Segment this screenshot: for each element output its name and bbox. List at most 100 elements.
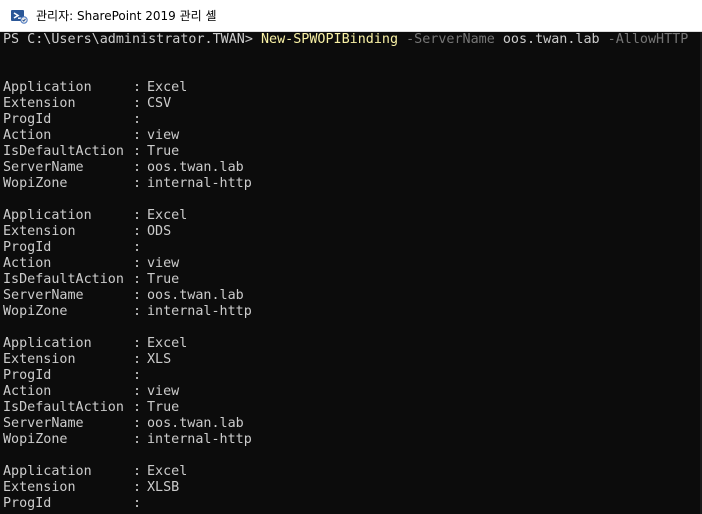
record-field-line: IsDefaultAction: True xyxy=(3,272,179,288)
record-field-line: ServerName: oos.twan.lab xyxy=(3,160,244,176)
field-value: internal-http xyxy=(147,432,252,447)
record-field-line: ProgId: xyxy=(3,368,147,384)
field-key: Application xyxy=(3,336,92,351)
field-value: ODS xyxy=(147,224,172,239)
field-key: Extension xyxy=(3,96,76,111)
field-key: ProgId xyxy=(3,240,52,255)
field-key: ProgId xyxy=(3,112,52,127)
field-separator: : xyxy=(133,256,142,271)
field-key: Extension xyxy=(3,352,76,367)
record-field-line: Extension: CSV xyxy=(3,96,171,112)
title-bar[interactable]: 관리자: SharePoint 2019 관리 셸 xyxy=(0,0,702,32)
field-separator: : xyxy=(133,208,142,223)
field-key: WopiZone xyxy=(3,304,68,319)
field-separator: : xyxy=(133,96,142,111)
record-field-line: WopiZone: internal-http xyxy=(3,432,252,448)
field-key: Application xyxy=(3,208,92,223)
record-field-line: Action: view xyxy=(3,128,179,144)
field-key: ServerName xyxy=(3,160,84,175)
field-value: True xyxy=(147,400,180,415)
field-key: ProgId xyxy=(3,496,52,511)
field-key: ServerName xyxy=(3,288,84,303)
field-key: Extension xyxy=(3,480,76,495)
field-key: Extension xyxy=(3,224,76,239)
record-field-line: ServerName: oos.twan.lab xyxy=(3,416,244,432)
field-value: Excel xyxy=(147,336,188,351)
field-separator: : xyxy=(133,496,142,511)
field-value: internal-http xyxy=(147,304,252,319)
field-separator: : xyxy=(133,384,142,399)
powershell-window: 관리자: SharePoint 2019 관리 셸 PS C:\Users\ad… xyxy=(0,0,702,514)
field-key: IsDefaultAction xyxy=(3,400,124,415)
field-value: internal-http xyxy=(147,176,252,191)
field-key: Action xyxy=(3,384,52,399)
field-separator: : xyxy=(133,224,142,239)
field-separator: : xyxy=(133,368,142,383)
field-separator: : xyxy=(133,128,142,143)
field-separator: : xyxy=(133,400,142,415)
record-field-line: ProgId: xyxy=(3,112,147,128)
field-separator: : xyxy=(133,336,142,351)
field-value: view xyxy=(147,256,180,271)
field-key: Action xyxy=(3,256,52,271)
field-value: CSV xyxy=(147,96,172,111)
record-field-line: ProgId: xyxy=(3,240,147,256)
field-value: True xyxy=(147,144,180,159)
field-separator: : xyxy=(133,112,142,127)
record-field-line: IsDefaultAction: True xyxy=(3,400,179,416)
field-value: oos.twan.lab xyxy=(147,160,244,175)
record-field-line: Application: Excel xyxy=(3,464,187,480)
field-separator: : xyxy=(133,160,142,175)
record-field-line: Action: view xyxy=(3,256,179,272)
record-field-line: Extension: XLS xyxy=(3,352,171,368)
prompt-path: PS C:\Users\administrator.TWAN> xyxy=(3,32,253,47)
field-separator: : xyxy=(133,432,142,447)
record-field-line: WopiZone: internal-http xyxy=(3,176,252,192)
field-separator: : xyxy=(133,416,142,431)
field-value: Excel xyxy=(147,208,188,223)
field-separator: : xyxy=(133,272,142,287)
field-key: WopiZone xyxy=(3,176,68,191)
field-key: Application xyxy=(3,464,92,479)
field-value: view xyxy=(147,384,180,399)
cmdlet-name: New-SPWOPIBinding xyxy=(260,32,399,47)
record-field-line: WopiZone: internal-http xyxy=(3,304,252,320)
powershell-icon xyxy=(10,7,28,25)
param-server-name: -ServerName xyxy=(406,32,495,47)
field-separator: : xyxy=(133,480,142,495)
field-value: XLSB xyxy=(147,480,180,495)
field-separator: : xyxy=(133,80,142,95)
field-value: view xyxy=(147,128,180,143)
field-separator: : xyxy=(133,352,142,367)
record-field-line: Application: Excel xyxy=(3,336,187,352)
record-field-line: IsDefaultAction: True xyxy=(3,144,179,160)
console-output[interactable]: PS C:\Users\administrator.TWAN> New-SPWO… xyxy=(0,32,702,514)
record-field-line: Application: Excel xyxy=(3,80,187,96)
field-separator: : xyxy=(133,240,142,255)
field-key: IsDefaultAction xyxy=(3,144,124,159)
field-value: XLS xyxy=(147,352,172,367)
field-separator: : xyxy=(133,304,142,319)
record-field-line: ProgId: xyxy=(3,496,147,512)
arg-server-name: oos.twan.lab xyxy=(502,32,600,47)
field-key: Action xyxy=(3,128,52,143)
field-separator: : xyxy=(133,464,142,479)
field-key: ProgId xyxy=(3,368,52,383)
window-title: 관리자: SharePoint 2019 관리 셸 xyxy=(36,9,217,23)
field-key: ServerName xyxy=(3,416,84,431)
field-key: WopiZone xyxy=(3,432,68,447)
field-value: Excel xyxy=(147,464,188,479)
field-key: IsDefaultAction xyxy=(3,272,124,287)
field-value: Excel xyxy=(147,80,188,95)
field-separator: : xyxy=(133,144,142,159)
record-field-line: Application: Excel xyxy=(3,208,187,224)
field-value: oos.twan.lab xyxy=(147,416,244,431)
param-allow-http: -AllowHTTP xyxy=(607,32,689,47)
field-separator: : xyxy=(133,288,142,303)
command-line: PS C:\Users\administrator.TWAN> New-SPWO… xyxy=(3,32,688,48)
field-key: Application xyxy=(3,80,92,95)
record-field-line: Extension: XLSB xyxy=(3,480,179,496)
field-value: oos.twan.lab xyxy=(147,288,244,303)
field-separator: : xyxy=(133,176,142,191)
field-value: True xyxy=(147,272,180,287)
